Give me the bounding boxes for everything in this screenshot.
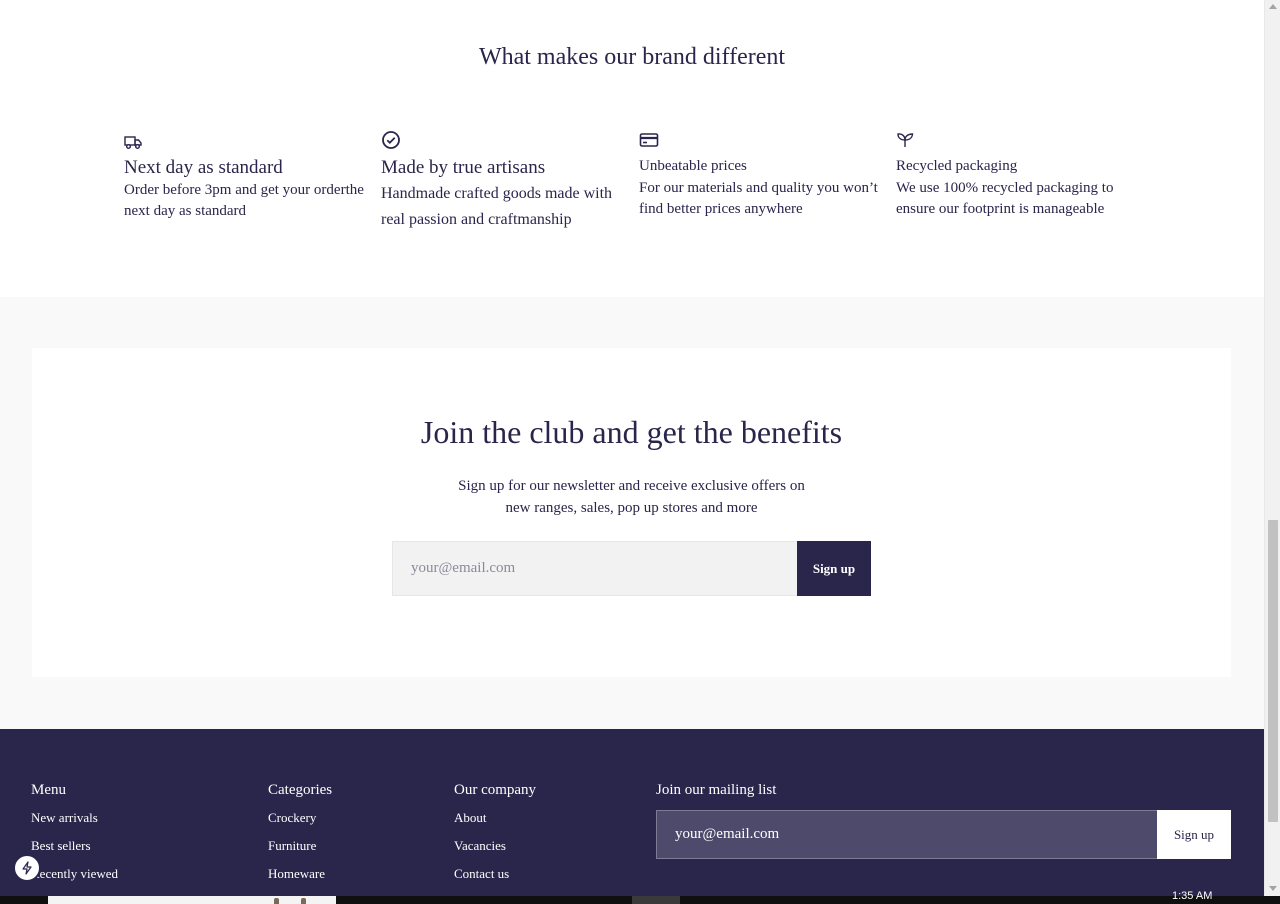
footer-link-contact-us[interactable]: Contact us	[454, 865, 536, 883]
mailing-list-email-input[interactable]	[656, 810, 1157, 859]
checkmark-circle-icon	[382, 131, 400, 149]
sprout-icon	[897, 133, 914, 147]
newsletter-text-line: Sign up for our newsletter and receive e…	[458, 478, 805, 494]
footer-heading: Menu	[31, 782, 66, 798]
taskbar-active-app[interactable]	[632, 896, 680, 904]
footer: Menu New arrivals Best sellers Recently …	[0, 729, 1264, 904]
newsletter-text-line: new ranges, sales, pop up stores and mor…	[505, 500, 758, 516]
feature-recycled: Recycled packaging We use 100% recycled …	[896, 130, 1136, 220]
newsletter-email-input[interactable]	[392, 541, 797, 596]
footer-link-homeware[interactable]: Homeware	[268, 865, 332, 883]
newsletter-card: Join the club and get the benefits Sign …	[32, 348, 1231, 677]
footer-link-crockery[interactable]: Crockery	[268, 809, 332, 827]
taskbar-window-thumbnail[interactable]	[48, 896, 336, 904]
footer-link-vacancies[interactable]: Vacancies	[454, 837, 536, 855]
newsletter-signup-button[interactable]: Sign up	[797, 541, 871, 596]
feature-prices: Unbeatable prices For our materials and …	[639, 130, 879, 220]
footer-link-furniture[interactable]: Furniture	[268, 837, 332, 855]
features-title: What makes our brand different	[478, 44, 786, 70]
page: What makes our brand different Next day …	[0, 0, 1264, 904]
footer-link-recently-viewed[interactable]: Recently viewed	[31, 865, 118, 883]
footer-link-best-sellers[interactable]: Best sellers	[31, 837, 118, 855]
scroll-up-arrow-icon[interactable]	[1269, 4, 1277, 9]
footer-heading: Our company	[454, 782, 537, 798]
scrollbar-thumb[interactable]	[1268, 520, 1278, 822]
credit-card-icon	[639, 133, 659, 147]
newsletter-title: Join the club and get the benefits	[420, 414, 843, 450]
lightning-icon	[22, 861, 32, 875]
newsletter-section: Join the club and get the benefits Sign …	[0, 297, 1264, 729]
footer-menu-column: Menu New arrivals Best sellers Recently …	[31, 781, 118, 893]
vertical-scrollbar[interactable]	[1264, 0, 1280, 904]
feature-next-day: Next day as standard Order before 3pm an…	[124, 130, 364, 222]
feature-description: For our materials and quality you won’t …	[639, 180, 878, 217]
footer-link-new-arrivals[interactable]: New arrivals	[31, 809, 118, 827]
delivery-truck-icon	[124, 136, 142, 149]
footer-company-column: Our company About Vacancies Contact us	[454, 781, 536, 893]
footer-categories-column: Categories Crockery Furniture Homeware	[268, 781, 332, 893]
feature-title: Unbeatable prices	[639, 158, 747, 174]
feature-title: Made by true artisans	[381, 157, 546, 178]
brand-features-section: What makes our brand different Next day …	[0, 0, 1264, 297]
mailing-list-form: Sign up	[656, 810, 1231, 859]
feature-title: Recycled packaging	[896, 158, 1018, 174]
footer-heading: Categories	[268, 782, 333, 798]
footer-mailing-list: Join our mailing list Sign up	[656, 781, 1231, 859]
feature-artisans: Made by true artisans Handmade crafted g…	[381, 130, 621, 233]
footer-link-about[interactable]: About	[454, 809, 536, 827]
scroll-down-arrow-icon[interactable]	[1269, 886, 1277, 891]
feature-description: We use 100% recycled packaging to ensure…	[896, 180, 1114, 217]
mailing-list-signup-button[interactable]: Sign up	[1157, 810, 1231, 859]
feature-description: Handmade crafted goods made with real pa…	[381, 185, 613, 228]
lightning-badge-button[interactable]	[13, 854, 41, 882]
taskbar: 1:35 AM	[0, 890, 1280, 904]
feature-title: Next day as standard	[124, 157, 283, 178]
feature-description: Order before 3pm and get your orderthe n…	[124, 182, 364, 219]
footer-heading: Join our mailing list	[656, 782, 777, 798]
newsletter-text: Sign up for our newsletter and receive e…	[32, 475, 1231, 519]
taskbar-clock: 1:35 AM	[1172, 890, 1213, 902]
newsletter-form: Sign up	[392, 541, 871, 596]
